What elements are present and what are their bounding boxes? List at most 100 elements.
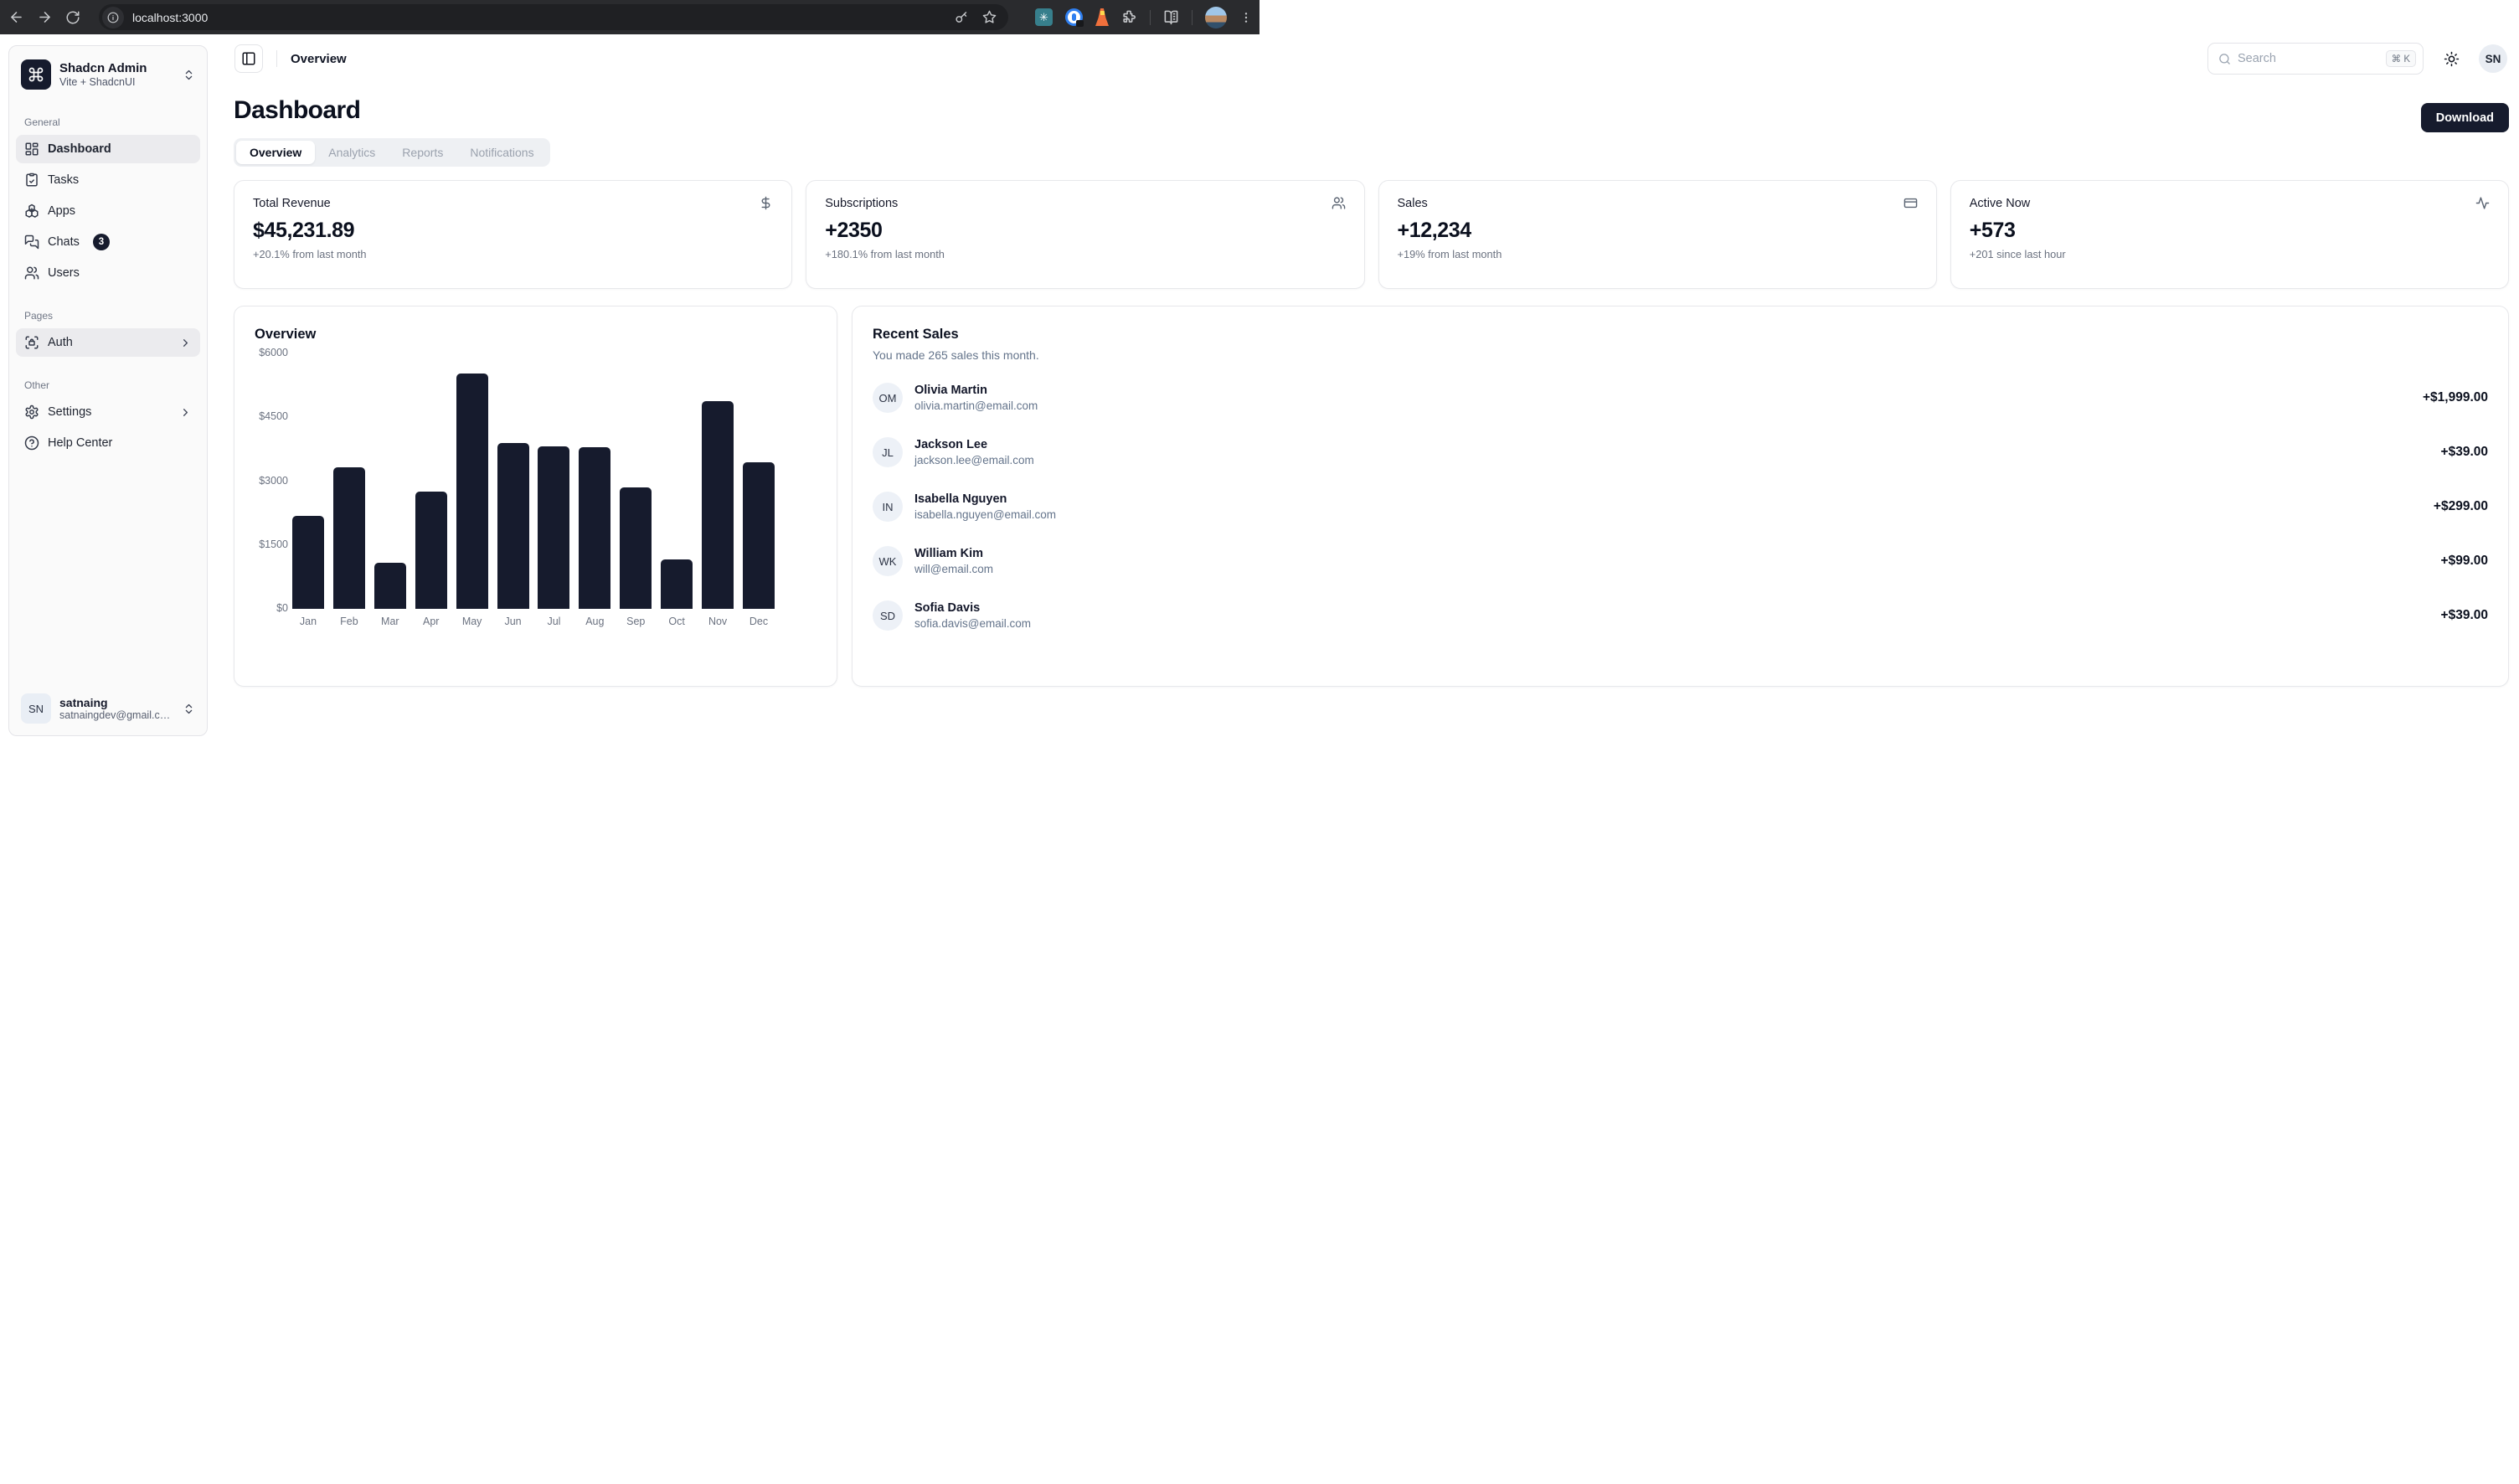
chart-bar[interactable] — [743, 462, 775, 609]
boxes-icon — [24, 204, 39, 219]
avatar: OM — [873, 383, 903, 413]
chevron-right-icon — [179, 406, 192, 419]
sale-email: sofia.davis@email.com — [914, 617, 2429, 630]
sidebar-item-help-center[interactable]: Help Center — [16, 429, 200, 457]
chart-ytick-label: $0 — [255, 602, 288, 614]
chart-bar-column: Jun — [497, 353, 530, 609]
chevrons-up-down-icon — [183, 703, 195, 715]
user-menu[interactable]: SN satnaing satnaingdev@gmail.com — [16, 688, 200, 729]
puzzle-icon[interactable] — [1121, 9, 1137, 25]
chart-xtick-label: May — [456, 616, 489, 627]
chart-xtick-label: Apr — [415, 616, 448, 627]
teal-extension-icon[interactable]: ✳ — [1035, 8, 1053, 26]
reading-list-icon[interactable] — [1163, 9, 1179, 25]
command-icon — [21, 59, 51, 90]
chart-bar-column: Nov — [701, 353, 734, 609]
key-icon[interactable] — [955, 10, 969, 24]
team-subtitle: Vite + ShadcnUI — [59, 76, 174, 88]
layout-dashboard-icon — [24, 142, 39, 157]
search-icon — [2218, 53, 2231, 65]
stat-card-total-revenue: Total Revenue $45,231.89 +20.1% from las… — [234, 180, 792, 289]
stats-row: Total Revenue $45,231.89 +20.1% from las… — [234, 180, 2509, 289]
tab-reports[interactable]: Reports — [389, 141, 456, 164]
chart-bar[interactable] — [415, 492, 447, 609]
search-field[interactable] — [2238, 52, 2379, 65]
credit-card-icon — [1903, 196, 1918, 210]
chart-bar[interactable] — [702, 401, 734, 609]
stat-card-active-now: Active Now +573 +201 since last hour — [1950, 180, 2509, 289]
chart-xtick-label: Nov — [701, 616, 734, 627]
chart-bar-column: Dec — [742, 353, 775, 609]
chart-bar[interactable] — [538, 446, 569, 609]
sidebar-item-chats[interactable]: Chats 3 — [16, 228, 200, 256]
back-icon[interactable] — [2, 3, 30, 32]
url-text[interactable]: localhost:3000 — [132, 11, 955, 24]
sidebar-item-label: Dashboard — [48, 142, 111, 156]
stat-title: Total Revenue — [253, 197, 331, 210]
reload-icon[interactable] — [59, 3, 87, 32]
profile-avatar[interactable] — [1205, 7, 1227, 28]
team-switcher[interactable]: Shadcn Admin Vite + ShadcnUI — [16, 53, 200, 96]
chart-bar[interactable] — [579, 447, 610, 609]
tab-notifications[interactable]: Notifications — [456, 141, 547, 164]
tab-analytics[interactable]: Analytics — [315, 141, 389, 164]
info-icon[interactable] — [102, 7, 124, 28]
sidebar-item-users[interactable]: Users — [16, 259, 200, 287]
chart-xtick-label: Jul — [537, 616, 570, 627]
sidebar-item-auth[interactable]: Auth — [16, 328, 200, 357]
sale-amount: +$39.00 — [2441, 608, 2488, 623]
stat-card-sales: Sales +12,234 +19% from last month — [1378, 180, 1937, 289]
forward-icon[interactable] — [30, 3, 59, 32]
chart-bar[interactable] — [456, 374, 488, 609]
chart-xtick-label: Mar — [373, 616, 407, 627]
sidebar-item-settings[interactable]: Settings — [16, 398, 200, 426]
list-item: WK William Kim will@email.com +$99.00 — [873, 546, 2488, 576]
browser-toolbar: localhost:3000 ✳ — [0, 0, 1260, 34]
chart-bar[interactable] — [661, 559, 693, 609]
stat-change: +180.1% from last month — [825, 248, 1345, 260]
chart-xtick-label: Dec — [742, 616, 775, 627]
user-avatar: SN — [21, 693, 51, 724]
avatar: JL — [873, 437, 903, 467]
address-bar[interactable]: localhost:3000 — [99, 4, 1008, 30]
gear-icon — [24, 404, 39, 420]
sidebar-item-tasks[interactable]: Tasks — [16, 166, 200, 194]
download-button[interactable]: Download — [2421, 103, 2509, 132]
tab-overview[interactable]: Overview — [236, 141, 315, 164]
star-icon[interactable] — [982, 10, 997, 24]
sidebar-item-dashboard[interactable]: Dashboard — [16, 135, 200, 163]
chart-bar[interactable] — [374, 563, 406, 609]
chart-title: Overview — [255, 327, 816, 343]
sidebar-item-label: Help Center — [48, 436, 112, 450]
chart-bar[interactable] — [497, 443, 529, 609]
sidebar-toggle-button[interactable] — [234, 44, 263, 73]
user-name: satnaing — [59, 696, 174, 709]
header-avatar[interactable]: SN — [2479, 44, 2507, 73]
chart-bar[interactable] — [333, 467, 365, 609]
chart-xtick-label: Aug — [578, 616, 611, 627]
avatar: IN — [873, 492, 903, 522]
page-title: Dashboard — [234, 96, 2509, 125]
sale-name: Olivia Martin — [914, 384, 2411, 397]
lighthouse-icon[interactable] — [1095, 8, 1109, 26]
sale-name: Jackson Lee — [914, 438, 2429, 451]
stat-change: +19% from last month — [1398, 248, 1918, 260]
dollar-sign-icon — [759, 196, 773, 210]
recent-sales-card: Recent Sales You made 265 sales this mon… — [852, 306, 2509, 687]
sale-email: will@email.com — [914, 563, 2429, 575]
chart-bar[interactable] — [620, 487, 652, 609]
sidebar-item-label: Tasks — [48, 173, 79, 187]
onepassword-icon[interactable] — [1065, 8, 1083, 26]
stat-value: +12,234 — [1398, 219, 1918, 243]
stat-value: $45,231.89 — [253, 219, 773, 243]
theme-toggle-button[interactable] — [2437, 44, 2465, 73]
sidebar-item-apps[interactable]: Apps — [16, 197, 200, 225]
chart-bar-column: Jul — [537, 353, 570, 609]
help-circle-icon — [24, 435, 39, 451]
chart-bar-column: Aug — [578, 353, 611, 609]
chart-bar[interactable] — [292, 516, 324, 609]
stat-change: +20.1% from last month — [253, 248, 773, 260]
sidebar-item-label: Auth — [48, 336, 73, 349]
menu-dots-icon[interactable] — [1239, 11, 1253, 24]
search-input[interactable]: ⌘ K — [2207, 43, 2424, 75]
